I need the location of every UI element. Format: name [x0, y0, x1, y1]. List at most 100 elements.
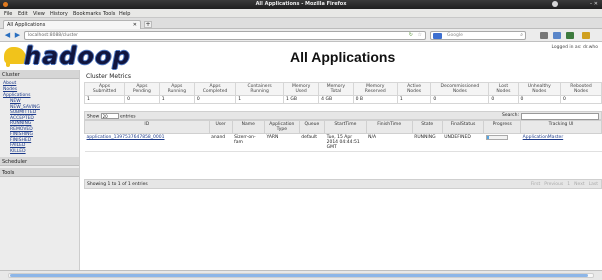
column-header-user[interactable]: User [208, 120, 233, 134]
web-search-input[interactable]: Google ⌕ [430, 31, 526, 40]
menu-help[interactable]: Help [119, 11, 130, 17]
metrics-value: 0 [488, 95, 519, 104]
tab-label: All Applications [7, 22, 46, 28]
metrics-header: Active Nodes [396, 82, 432, 96]
new-tab-button[interactable]: + [144, 21, 152, 28]
cell-name: Sizerr-on-fam [232, 133, 265, 152]
cell-final: UNDEFINED [442, 133, 484, 152]
entries-control: Show 20 entries [87, 113, 136, 120]
metrics-header: Apps Running [158, 82, 195, 96]
pager-first[interactable]: First [531, 182, 540, 187]
cell-user: anand [209, 133, 233, 152]
metrics-value: 1 [158, 95, 195, 104]
download-icon[interactable] [540, 32, 548, 39]
menu-history[interactable]: History [50, 11, 68, 17]
metrics-value: 4 GB [318, 95, 354, 104]
tab-close-icon[interactable]: ✕ [133, 22, 137, 28]
column-header-state[interactable]: State [411, 120, 443, 134]
pager-next[interactable]: Next [574, 182, 584, 187]
forward-icon[interactable]: ▶ [13, 31, 22, 40]
sidebar-scheduler-header[interactable]: Scheduler [0, 157, 79, 166]
column-header-progress[interactable]: Progress [483, 120, 522, 134]
menu-edit[interactable]: Edit [18, 11, 28, 17]
metrics-header: Rebooted Nodes [560, 82, 602, 96]
horizontal-scrollbar[interactable] [8, 273, 594, 278]
column-header-finish[interactable]: FinishTime [365, 120, 413, 134]
application-id-link[interactable]: application_1397537647858_0001 [87, 135, 165, 140]
column-header-queue[interactable]: Queue [298, 120, 326, 134]
progress-bar [485, 135, 508, 140]
menu-tools[interactable]: Tools [103, 11, 115, 17]
entries-label: entries [120, 114, 136, 120]
home-icon[interactable] [553, 32, 561, 39]
sidebar-cluster-header[interactable]: Cluster [0, 70, 79, 79]
tracking-ui-link[interactable]: ApplicationMaster [523, 135, 564, 140]
elephant-icon [4, 47, 26, 67]
metrics-header: Apps Pending [124, 82, 160, 96]
sidebar-tools-header[interactable]: Tools [0, 168, 79, 177]
metrics-value: 0 [430, 95, 490, 104]
search-engine-icon[interactable] [433, 33, 442, 39]
url-text: localhost:8088/cluster [28, 33, 78, 38]
metrics-header: Memory Reserved [352, 82, 398, 96]
metrics-header: Apps Completed [193, 82, 237, 96]
tray-icon [552, 1, 558, 7]
tab-all-applications[interactable]: All Applications ✕ [3, 20, 141, 29]
pager-1[interactable]: 1 [567, 182, 570, 187]
metrics-value: 1 [396, 95, 432, 104]
cell-progress [483, 133, 521, 152]
column-header-tracking[interactable]: Tracking UI [520, 120, 602, 134]
page-content: hadoop All Applications Logged in as: dr… [0, 42, 602, 270]
column-header-final[interactable]: FinalStatus [441, 120, 485, 134]
menu-bookmarks[interactable]: Bookmarks [73, 11, 101, 17]
metrics-value: 1 GB [283, 95, 320, 104]
url-input[interactable]: localhost:8088/cluster ↻ ☆ [24, 31, 426, 40]
sidebar-link-killed[interactable]: KILLED [3, 149, 76, 155]
scrollbar-thumb[interactable] [10, 274, 589, 277]
metrics-header: Decommissioned Nodes [430, 82, 490, 96]
logo-text: hadoop [24, 42, 131, 70]
search-icon[interactable]: ⌕ [520, 32, 523, 38]
table-footer: Showing 1 to 1 of 1 entries First Previou… [84, 179, 602, 189]
menu-icon[interactable] [582, 32, 590, 39]
metrics-header: Apps Submitted [83, 82, 126, 96]
metrics-value: 0 [560, 95, 602, 104]
menu-file[interactable]: File [4, 11, 12, 17]
page-title: All Applications [290, 49, 396, 65]
metrics-value: 0 B [352, 95, 398, 104]
window-title: All Applications - Mozilla Firefox [255, 1, 347, 7]
cluster-metrics-table: Apps Submitted Apps Pending Apps Running Ap… [83, 82, 602, 104]
bookmark-star-icon[interactable]: ☆ [418, 32, 422, 38]
cell-tracking: ApplicationMaster [520, 133, 602, 152]
pager-previous[interactable]: Previous [544, 182, 563, 187]
hadoop-logo[interactable]: hadoop [4, 42, 136, 70]
column-header-type[interactable]: Application Type [263, 120, 300, 134]
cell-type: YARN [264, 133, 300, 152]
navigation-bar: ◀ ▶ localhost:8088/cluster ↻ ☆ Google ⌕ [0, 29, 602, 42]
metrics-header: Unhealthy Nodes [517, 82, 562, 96]
metrics-value: 0 [124, 95, 160, 104]
column-header-name[interactable]: Name [231, 120, 265, 134]
cluster-metrics-title: Cluster Metrics [86, 73, 131, 80]
sidebar-links: About Nodes Applications NEW NEW_SAVING SUBMI… [0, 79, 79, 157]
menu-view[interactable]: View [33, 11, 45, 17]
window-controls[interactable]: – ✕ [590, 1, 598, 7]
window-titlebar: All Applications - Mozilla Firefox – ✕ [0, 0, 602, 9]
entries-info: Showing 1 to 1 of 1 entries [87, 182, 148, 187]
metrics-value: 0 [193, 95, 237, 104]
back-icon[interactable]: ◀ [3, 31, 12, 40]
table-search-input[interactable] [521, 113, 599, 120]
tab-bar: All Applications ✕ + [0, 18, 602, 29]
column-header-start[interactable]: StartTime [324, 120, 367, 134]
metrics-value: 1 [235, 95, 285, 104]
entries-select[interactable]: 20 [100, 113, 119, 119]
cell-finish: N/A [366, 133, 413, 152]
addon-icon[interactable] [566, 32, 574, 39]
reload-icon[interactable]: ↻ [409, 32, 413, 38]
login-status: Logged in as: dr.who [551, 45, 598, 50]
column-header-id[interactable]: ID [84, 120, 210, 134]
cell-state: RUNNING [412, 133, 443, 152]
pager-last[interactable]: Last [589, 182, 598, 187]
cell-start: Tue, 15 Apr 2014 04:44:51 GMT [324, 133, 367, 152]
applications-table: ID User Name Application Type Queue StartTime… [84, 120, 602, 152]
